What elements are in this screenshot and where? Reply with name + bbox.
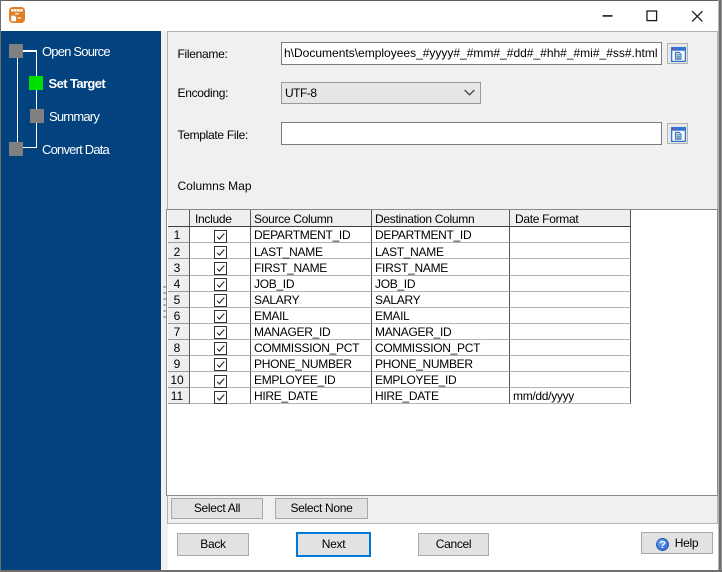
svg-text:?: ? [659,539,665,551]
